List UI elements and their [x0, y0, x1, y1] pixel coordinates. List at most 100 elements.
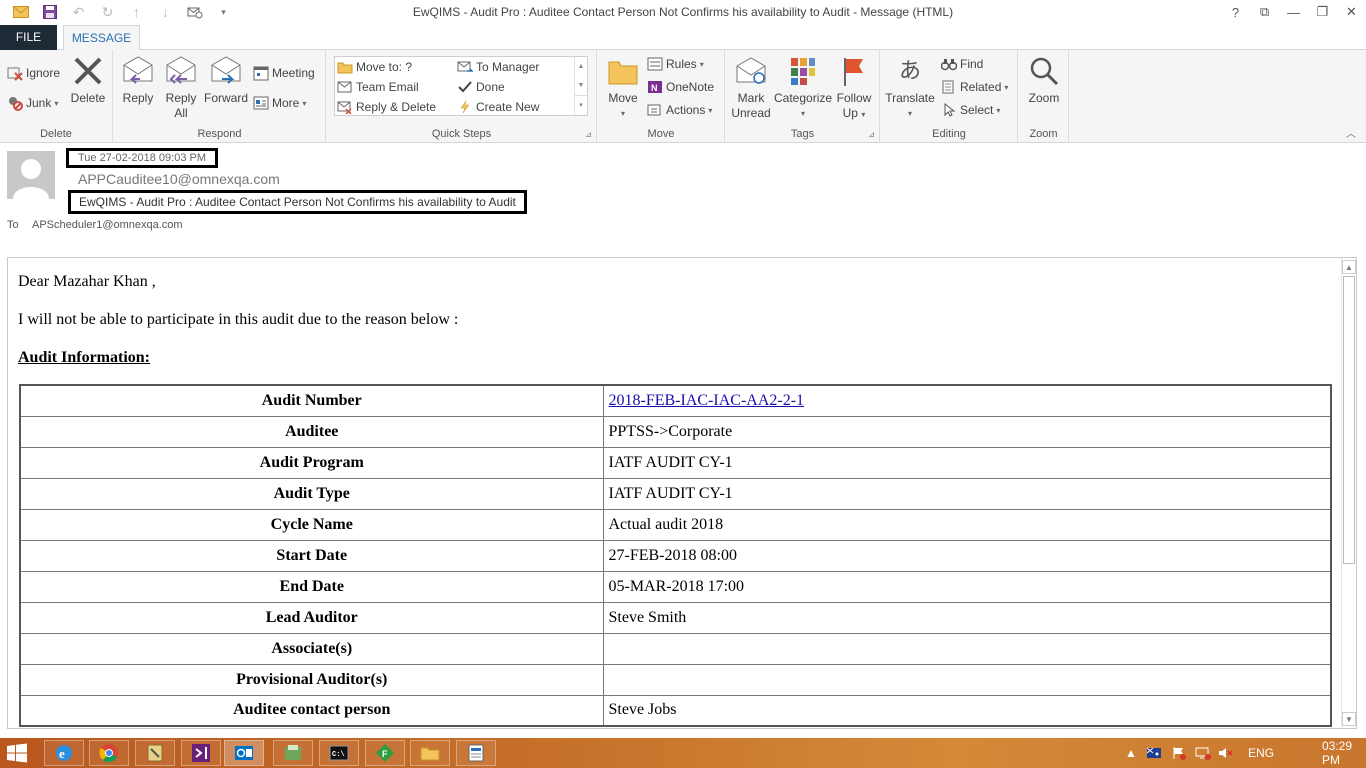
meeting-icon — [253, 65, 269, 81]
team-email-quickstep[interactable]: Team Email — [337, 79, 419, 95]
cmd-icon[interactable]: C:\ — [319, 740, 359, 766]
mark-unread-button[interactable]: Mark Unread — [731, 54, 771, 121]
table-row: Lead Auditor Steve Smith — [19, 601, 1332, 634]
expand-gallery-icon[interactable]: ▾ — [575, 95, 587, 114]
tab-message[interactable]: MESSAGE — [63, 25, 140, 51]
field-label: Associate(s) — [19, 632, 604, 665]
outlook-icon[interactable] — [224, 740, 264, 766]
document-icon[interactable] — [456, 740, 496, 766]
restore-icon[interactable]: ❐ — [1308, 0, 1337, 24]
find-button[interactable]: Find — [941, 56, 983, 72]
svg-text:N: N — [651, 83, 658, 93]
scroll-down-icon[interactable]: ▼ — [1342, 712, 1356, 726]
dialog-launcher-icon[interactable]: ⊿ — [585, 130, 592, 139]
file-manager-icon[interactable] — [273, 740, 313, 766]
reason-text: I will not be able to participate in thi… — [18, 311, 459, 328]
flag-tray-icon[interactable] — [1146, 738, 1162, 768]
move-folder-icon — [606, 54, 640, 88]
scrollbar-thumb[interactable] — [1343, 276, 1355, 564]
sender-address[interactable]: APPCauditee10@omnexqa.com — [78, 171, 280, 187]
select-button[interactable]: Select ▾ — [941, 102, 1000, 118]
internet-explorer-icon[interactable]: e — [44, 740, 84, 766]
reply-delete-icon — [337, 99, 353, 115]
scroll-up-icon[interactable]: ▲ — [1342, 260, 1356, 274]
actions-button[interactable]: Actions ▾ — [647, 102, 712, 118]
chevron-down-icon: ▾ — [708, 105, 713, 115]
rules-button[interactable]: Rules ▾ — [647, 56, 704, 72]
quick-steps-scrollbar[interactable]: ▲ ▼ ▾ — [574, 57, 587, 115]
translate-icon: あ — [898, 58, 921, 84]
windows-start-icon[interactable] — [6, 743, 30, 763]
follow-up-button[interactable]: Follow Up ▾ — [834, 54, 874, 122]
reply-all-button[interactable]: Reply All — [161, 54, 201, 121]
forward-button[interactable]: Forward — [203, 54, 249, 106]
mark-unread-icon — [734, 54, 768, 88]
close-icon[interactable]: ✕ — [1337, 0, 1366, 24]
tab-file[interactable]: FILE — [0, 25, 57, 50]
move-group: Move ▾ Rules ▾ N OneNote Actions ▾ Move — [598, 50, 725, 142]
explorer-folder-icon[interactable] — [410, 740, 450, 766]
folder-icon — [337, 59, 353, 75]
move-button[interactable]: Move ▾ — [603, 54, 643, 121]
field-label: Provisional Auditor(s) — [19, 663, 604, 696]
table-row: Audit Program IATF AUDIT CY-1 — [19, 446, 1332, 479]
network-icon[interactable] — [1195, 738, 1211, 768]
delete-button[interactable]: Delete — [68, 54, 108, 106]
scroll-down-icon[interactable]: ▼ — [575, 76, 587, 95]
tools-icon[interactable] — [135, 740, 175, 766]
chrome-icon[interactable] — [89, 740, 129, 766]
field-label: Start Date — [19, 539, 604, 572]
zoom-button[interactable]: Zoom — [1024, 54, 1064, 106]
create-new-quickstep[interactable]: Create New — [457, 99, 539, 115]
field-label: Cycle Name — [19, 508, 604, 541]
volume-muted-icon[interactable] — [1218, 738, 1234, 768]
table-row: Audit Number 2018-FEB-IAC-IAC-AA2-2-1 — [19, 384, 1332, 417]
clock[interactable]: 03:29 PM — [1322, 738, 1366, 768]
body-scrollbar[interactable]: ▲ ▼ — [1341, 258, 1356, 728]
onenote-icon: N — [647, 79, 663, 95]
chevron-down-icon: ▾ — [54, 98, 59, 108]
meeting-button[interactable]: Meeting — [253, 65, 315, 81]
scroll-up-icon[interactable]: ▲ — [575, 57, 587, 76]
editing-group: あ Translate ▾ Find Related ▾ Select ▾ Ed… — [881, 50, 1018, 142]
field-label: Auditee — [19, 415, 604, 448]
to-manager-quickstep[interactable]: To Manager — [457, 59, 539, 75]
categorize-button[interactable]: Categorize ▾ — [774, 54, 832, 121]
collapse-ribbon-icon[interactable]: ︿ — [1346, 125, 1356, 140]
more-button[interactable]: More ▾ — [253, 95, 306, 111]
field-label: Audit Program — [19, 446, 604, 479]
dialog-launcher-icon[interactable]: ⊿ — [868, 130, 875, 139]
visual-studio-icon[interactable] — [181, 740, 221, 766]
field-value: Steve Smith — [602, 601, 1332, 634]
sent-date: Tue 27-02-2018 09:03 PM — [66, 148, 218, 168]
field-value: 05-MAR-2018 17:00 — [602, 570, 1332, 603]
reply-delete-quickstep[interactable]: Reply & Delete — [337, 99, 436, 115]
recipient-address[interactable]: APScheduler1@omnexqa.com — [32, 219, 183, 231]
done-quickstep[interactable]: Done — [457, 79, 505, 95]
audit-number-link[interactable]: 2018-FEB-IAC-IAC-AA2-2-1 — [609, 392, 805, 409]
table-row: Associate(s) — [19, 632, 1332, 665]
language-indicator[interactable]: ENG — [1248, 738, 1274, 768]
junk-button[interactable]: Junk ▾ — [7, 95, 58, 111]
audit-information-table: Audit Number 2018-FEB-IAC-IAC-AA2-2-1 Audi… — [19, 384, 1332, 727]
green-app-icon[interactable]: F — [365, 740, 405, 766]
onenote-button[interactable]: N OneNote — [647, 79, 714, 95]
table-row: Start Date 27-FEB-2018 08:00 — [19, 539, 1332, 572]
show-hidden-icons[interactable]: ▲ — [1125, 738, 1137, 768]
ignore-button[interactable]: Ignore — [7, 65, 60, 81]
chevron-down-icon: ▾ — [996, 105, 1001, 115]
chevron-down-icon: ▾ — [1004, 82, 1009, 92]
ribbon-display-icon[interactable]: ⧉ — [1250, 0, 1279, 24]
move-to-quickstep[interactable]: Move to: ? — [337, 59, 412, 75]
related-button[interactable]: Related ▾ — [941, 79, 1008, 95]
reply-button[interactable]: Reply — [118, 54, 158, 106]
translate-button[interactable]: あ Translate ▾ — [885, 54, 935, 121]
help-icon[interactable]: ? — [1221, 0, 1250, 24]
table-row: Audit Type IATF AUDIT CY-1 — [19, 477, 1332, 510]
respond-group: Reply Reply All Forward Meeting More ▾ R… — [114, 50, 326, 142]
action-center-icon[interactable] — [1171, 738, 1187, 768]
minimize-icon[interactable]: — — [1279, 0, 1308, 24]
table-row: Auditee PPTSS->Corporate — [19, 415, 1332, 448]
to-label: To — [7, 219, 19, 231]
magnifier-icon — [1027, 54, 1061, 88]
